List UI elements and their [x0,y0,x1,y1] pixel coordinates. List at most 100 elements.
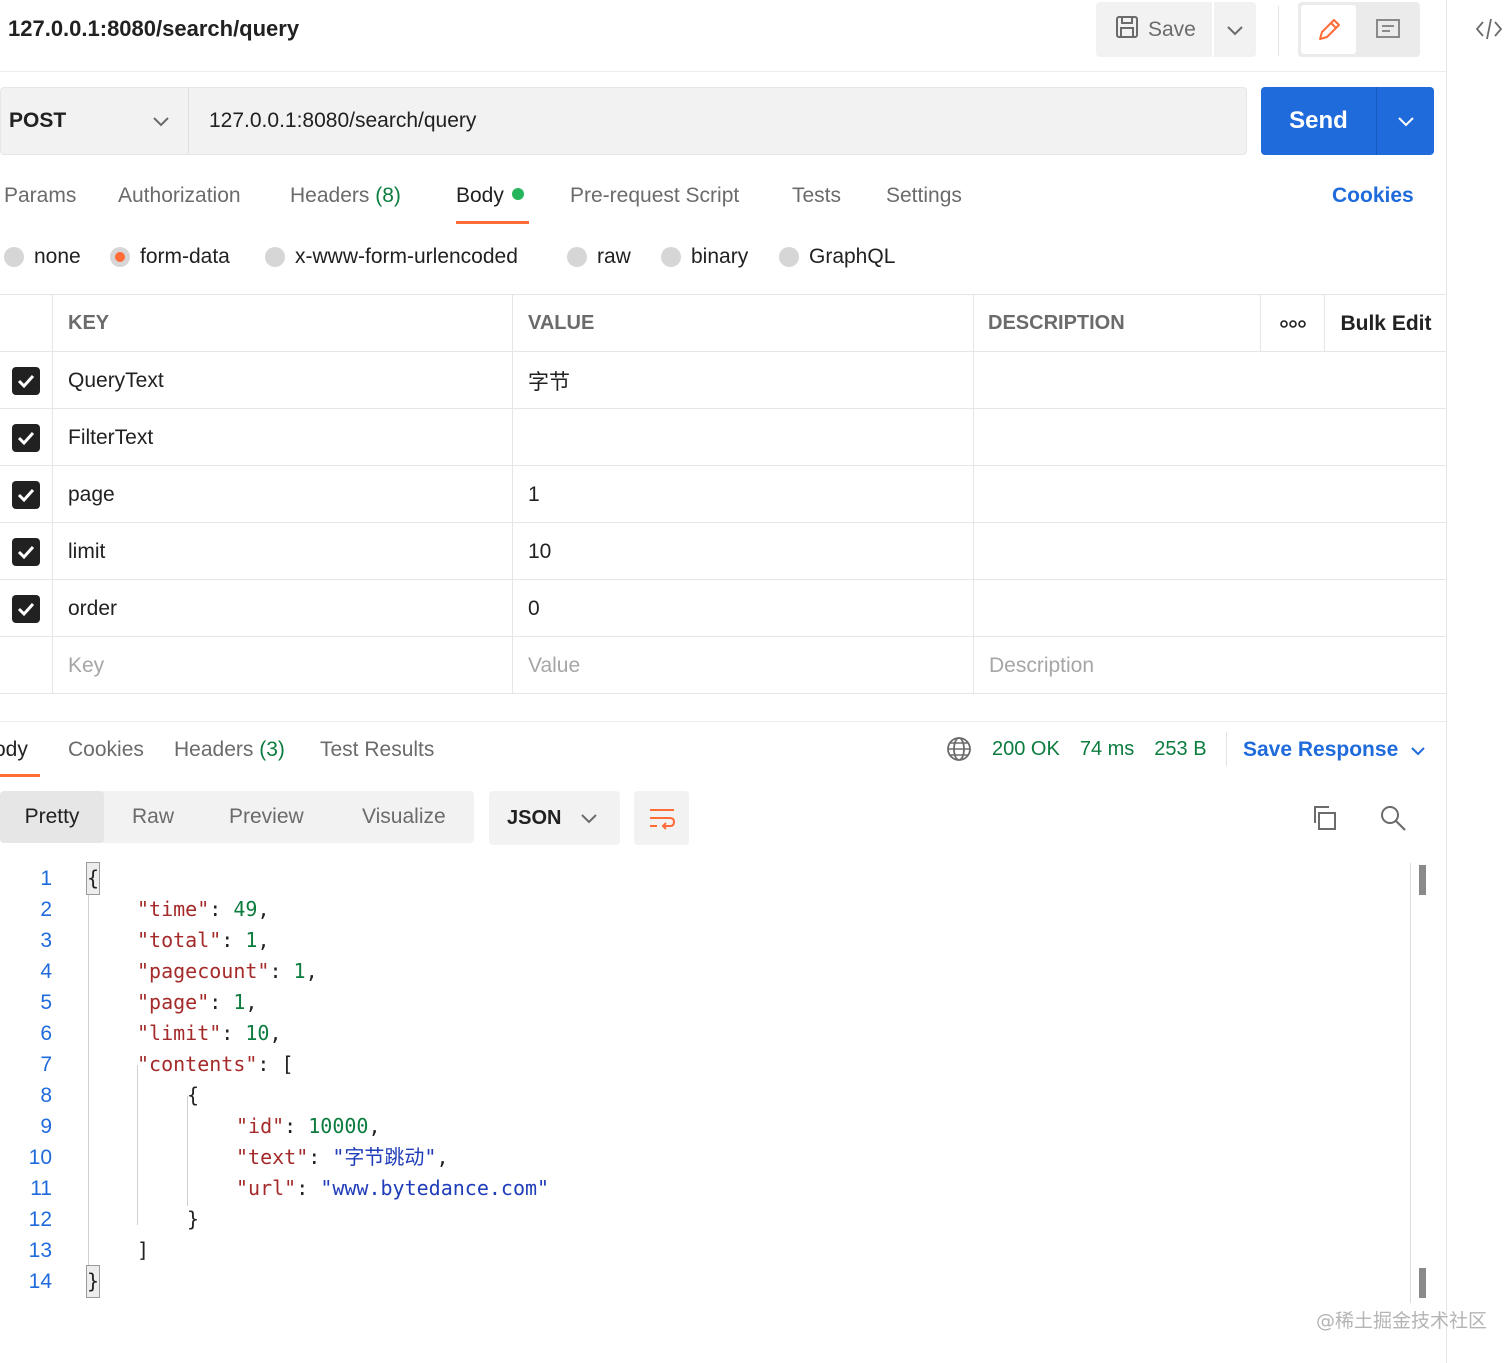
edit-button[interactable] [1301,5,1356,54]
more-options-button[interactable] [1261,295,1325,352]
radio-binary[interactable]: binary [661,245,748,269]
tab-response-cookies[interactable]: Cookies [68,738,144,762]
request-title[interactable]: 127.0.0.1:8080/search/query [8,16,299,42]
scroll-marker[interactable] [1419,865,1426,895]
new-key-input[interactable]: Key [53,637,513,694]
radio-graphql[interactable]: GraphQL [779,245,895,269]
row-checkbox[interactable] [12,594,40,623]
column-header-value: VALUE [513,295,974,352]
toolbar-divider [1278,6,1279,56]
wrap-lines-button[interactable] [634,791,689,845]
row-checkbox-cell [0,637,53,694]
cookies-link[interactable]: Cookies [1332,184,1414,208]
chevron-down-icon [1411,746,1425,755]
description-cell[interactable] [974,352,1446,409]
save-icon [1114,14,1140,46]
divider [1226,732,1227,766]
comments-button[interactable] [1360,5,1415,54]
response-code-view[interactable]: 1{ 2 "time": 49, 3 "total": 1, 4 "pagecount… [0,862,1410,1303]
tab-authorization[interactable]: Authorization [118,184,241,208]
view-visualize[interactable]: Visualize [362,791,446,843]
tab-body[interactable]: Body [456,184,524,208]
description-cell[interactable] [974,523,1446,580]
value-cell[interactable] [513,409,974,466]
tab-response-headers[interactable]: Headers (3) [174,738,285,762]
key-cell[interactable]: FilterText [53,409,513,466]
response-meta: 200 OK 74 ms 253 B [946,736,1207,762]
format-select[interactable]: JSON [489,791,620,845]
url-input[interactable]: 127.0.0.1:8080/search/query [189,88,476,154]
key-cell[interactable]: order [53,580,513,637]
send-options-button[interactable] [1377,87,1434,155]
save-response-button[interactable]: Save Response [1243,738,1426,762]
value-cell[interactable]: 10 [513,523,974,580]
checkmark-icon [17,602,35,616]
right-sidebar [1448,0,1512,1363]
tab-settings[interactable]: Settings [886,184,962,208]
copy-button[interactable] [1309,803,1339,833]
method-select[interactable]: POST [1,88,189,154]
save-options-button[interactable] [1214,2,1256,57]
save-label: Save [1148,17,1196,41]
response-time[interactable]: 74 ms [1080,738,1134,761]
radio-label: GraphQL [809,245,896,268]
value-cell[interactable]: 字节 [513,352,974,409]
row-checkbox[interactable] [12,366,40,395]
send-button[interactable]: Send [1261,87,1377,155]
bulk-edit-button[interactable]: Bulk Edit [1325,295,1446,352]
globe-icon[interactable] [946,736,972,762]
view-preview[interactable]: Preview [229,791,304,843]
radio-form-data[interactable]: form-data [110,245,230,269]
row-checkbox[interactable] [12,537,40,566]
tab-headers[interactable]: Headers (8) [290,184,401,208]
value-cell[interactable]: 0 [513,580,974,637]
tab-params[interactable]: Params [4,184,76,208]
more-icon [1279,319,1306,328]
code-snippet-button[interactable] [1474,14,1504,44]
tab-label: Settings [886,184,962,207]
description-cell[interactable] [974,409,1446,466]
line-number: 5 [40,991,52,1014]
code-text: "limit": 10, [137,1021,282,1045]
new-value-input[interactable]: Value [513,637,974,694]
description-cell[interactable] [974,580,1446,637]
url-bar: POST 127.0.0.1:8080/search/query [0,87,1247,155]
tab-response-body[interactable]: ody [0,738,28,762]
tab-test-results[interactable]: Test Results [320,738,434,762]
radio-label: x-www-form-urlencoded [295,245,518,268]
column-header-key: KEY [53,295,513,352]
column-header-description: DESCRIPTION [974,295,1261,352]
response-size[interactable]: 253 B [1154,738,1206,761]
code-line: 12} [0,1204,1400,1235]
scroll-marker[interactable] [1419,1268,1426,1298]
radio-none[interactable]: none [4,245,81,269]
save-button[interactable]: Save [1096,2,1212,57]
checkmark-icon [17,488,35,502]
new-table-row: Key Value Description [0,637,1446,694]
description-cell[interactable] [974,466,1446,523]
tab-label: Cookies [68,738,144,761]
radio-x-www-form-urlencoded[interactable]: x-www-form-urlencoded [265,245,518,269]
radio-raw[interactable]: raw [567,245,631,269]
chevron-down-icon [1227,25,1243,35]
code-scrollbar-track[interactable] [1410,863,1411,1303]
comment-icon [1375,18,1400,38]
key-cell[interactable]: QueryText [53,352,513,409]
key-cell[interactable]: page [53,466,513,523]
value-cell[interactable]: 1 [513,466,974,523]
save-group: Save [1096,2,1256,57]
row-checkbox[interactable] [12,423,40,452]
line-number: 13 [28,1239,52,1262]
view-pretty[interactable]: Pretty [0,791,104,843]
tab-pre-request-script[interactable]: Pre-request Script [570,184,739,208]
status-code[interactable]: 200 OK [992,738,1060,761]
search-button[interactable] [1378,803,1408,833]
row-checkbox[interactable] [12,480,40,509]
row-checkbox-cell [0,409,53,466]
key-cell[interactable]: limit [53,523,513,580]
view-raw[interactable]: Raw [132,791,174,843]
radio-button [779,247,799,267]
code-line: 4 "pagecount": 1, [0,956,1400,987]
tab-tests[interactable]: Tests [792,184,841,208]
new-description-input[interactable]: Description [974,637,1446,694]
